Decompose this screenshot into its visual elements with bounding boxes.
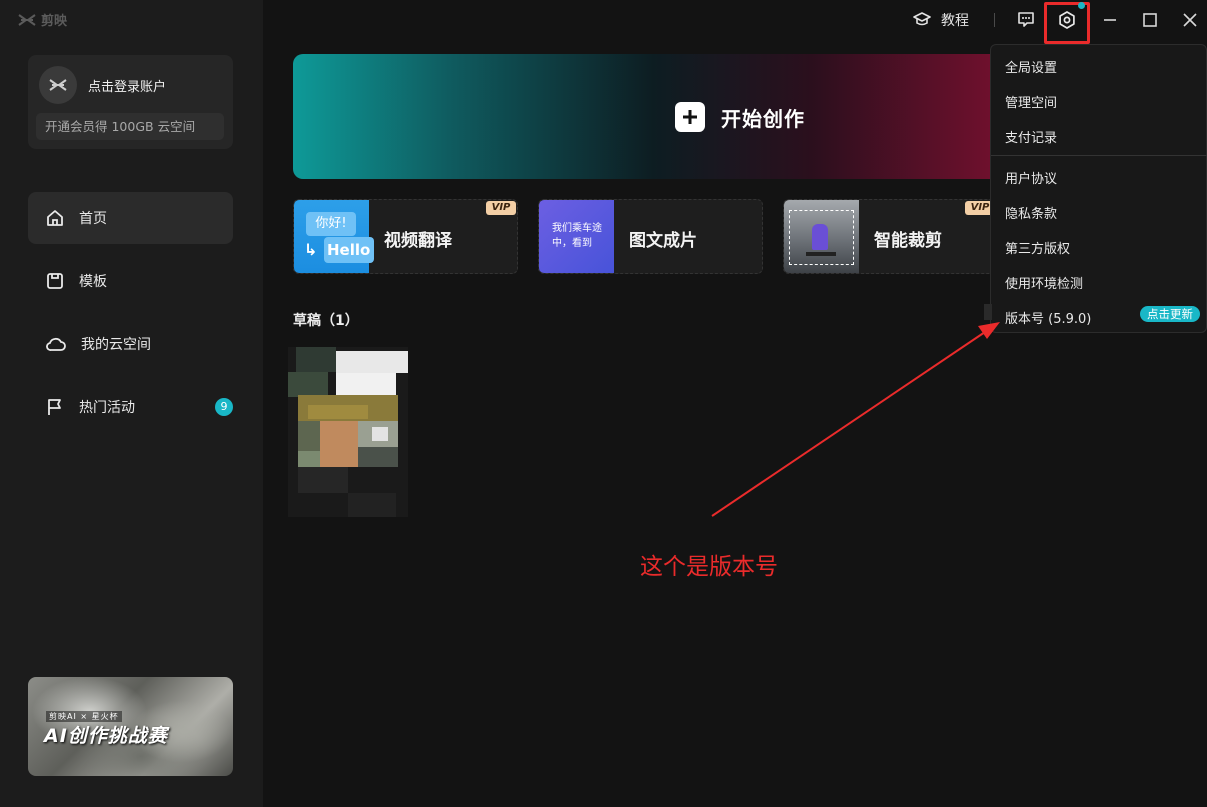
app-window: 剪映 点击登录账户 开通会员得 100GB 云空间 首页 模板 我的云空间 热门… (0, 0, 1207, 807)
annotation-arrow (711, 322, 1000, 517)
annotation-label: 这个是版本号 (640, 554, 778, 580)
